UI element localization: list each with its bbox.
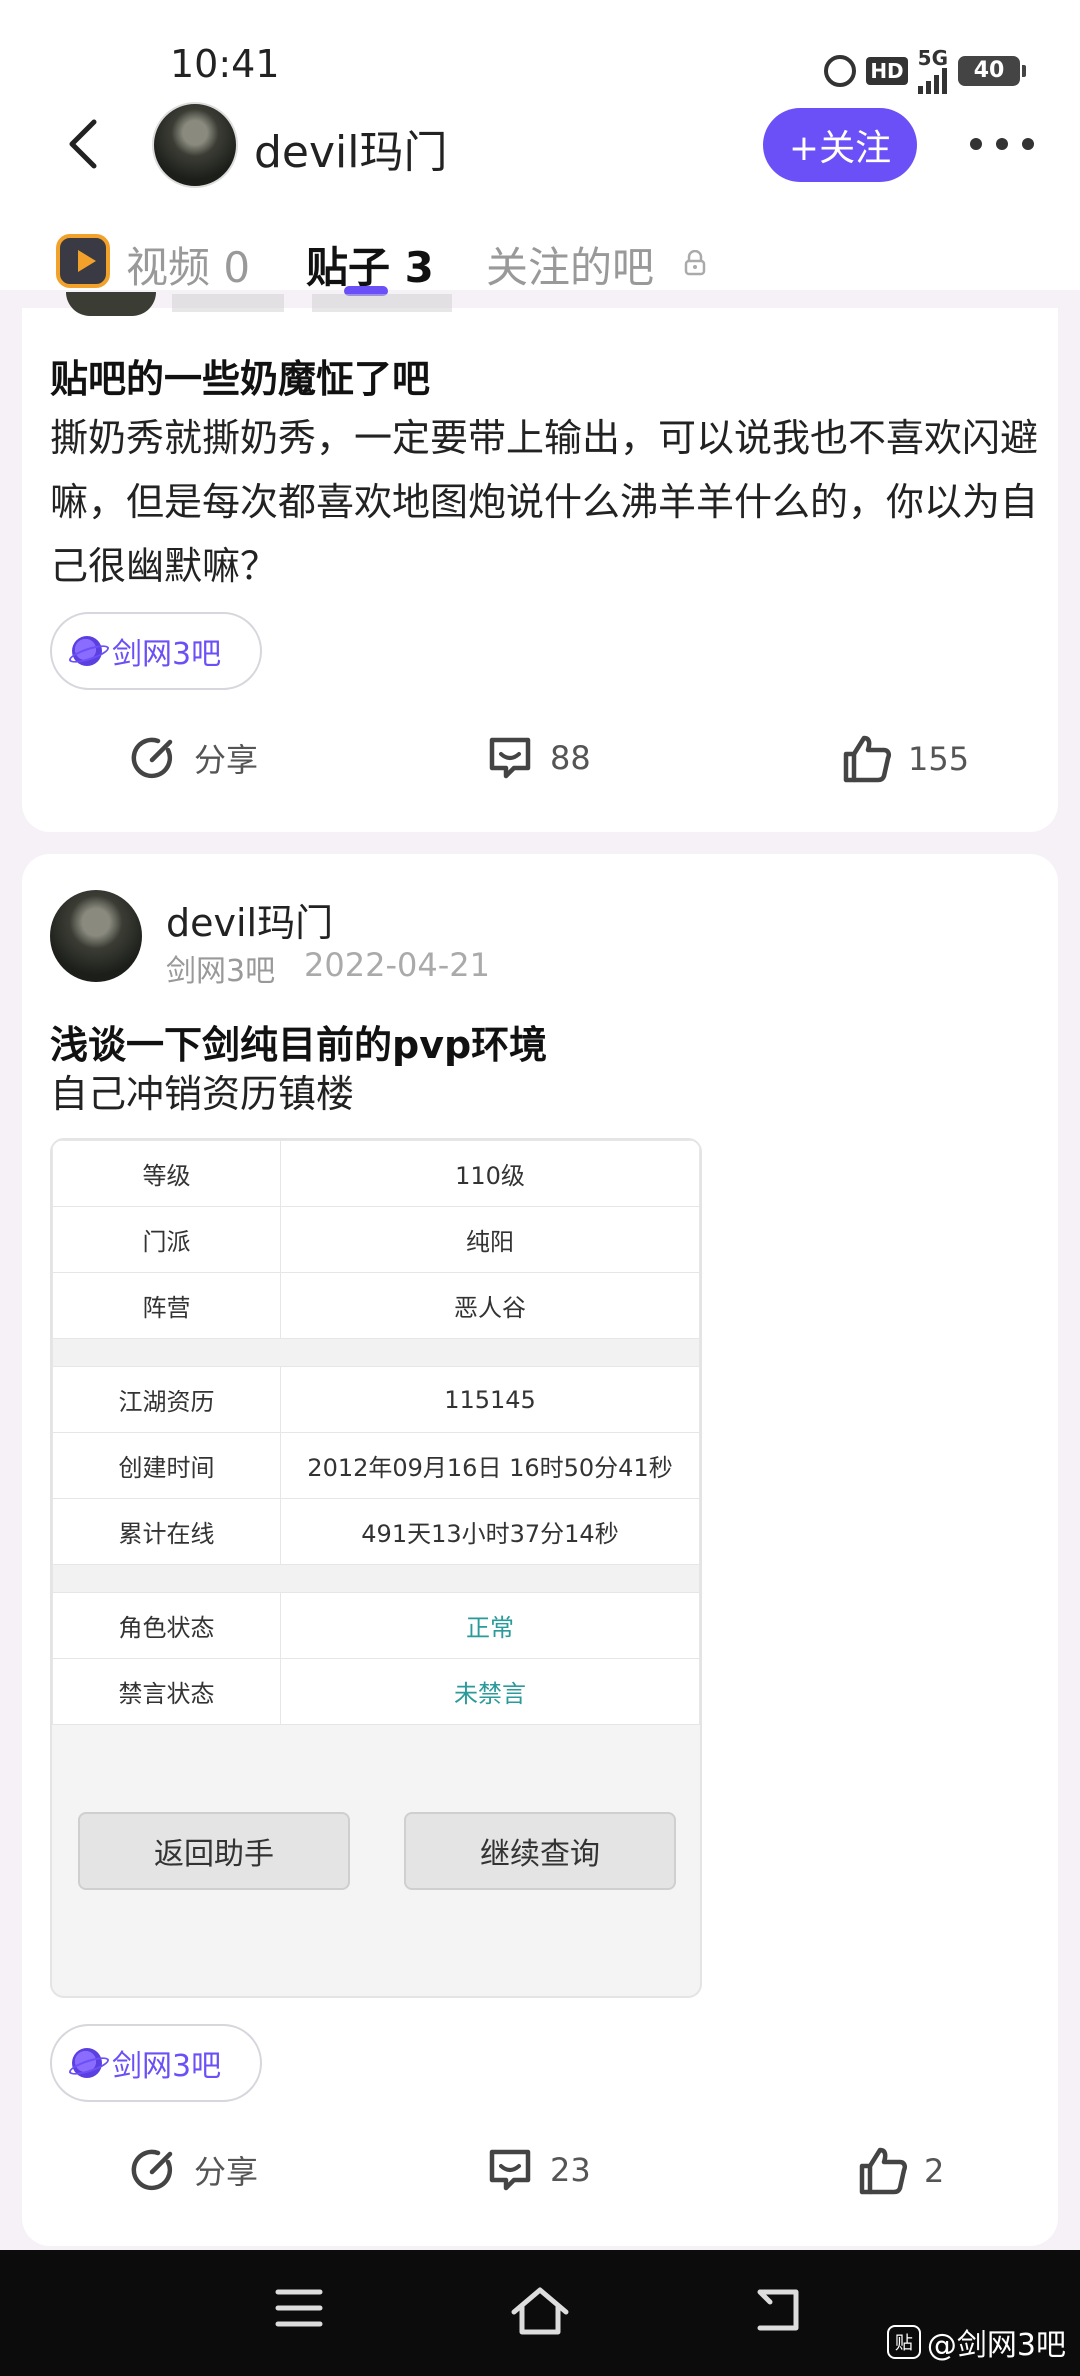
watermark-text: @剑网3吧 [926,2328,1066,2363]
watermark: 贴 @剑网3吧 [886,2320,1066,2364]
forum-tag[interactable]: 剑网3吧 [50,2024,262,2102]
comment-count: 23 [550,2151,591,2189]
share-label: 分享 [194,741,259,779]
username: devil玛门 [254,127,448,178]
avatar [66,292,156,316]
profile-header: devil玛门 +关注 视频 0 贴子 3 关注的吧 [0,100,1080,296]
post-card[interactable]: devil玛门 剑网3吧 2022-04-21 浅谈一下剑纯目前的pvp环境 自… [22,854,1058,2246]
table-row: 角色状态 正常 [52,1592,700,1659]
share-icon [131,737,173,779]
post-body[interactable]: 自己冲销资历镇楼 [50,1062,1040,1126]
share-label: 分享 [194,2153,259,2191]
like-count: 2 [924,2152,945,2190]
tab-followed-forums[interactable]: 关注的吧 [486,234,654,295]
planet-icon [72,636,102,666]
forum-tag-label: 剑网3吧 [112,637,222,672]
more-options-icon[interactable] [970,124,1034,164]
tab-videos[interactable]: 视频 0 [126,234,250,295]
table-row: 门派 纯阳 [52,1206,700,1273]
avatar[interactable] [152,102,238,188]
share-icon [131,2149,173,2191]
post-author[interactable]: devil玛门 [166,892,333,947]
post-date: 2022-04-21 [304,946,490,984]
post-card[interactable]: 贴吧的一些奶魔怔了吧 撕奶秀就撕奶秀，一定要带上输出，可以说我也不喜欢闪避嘛，但… [22,292,1058,832]
lock-icon [684,250,706,276]
comment-icon [489,737,531,779]
status-icons: HD 5G 40 [824,46,1026,94]
forum-tag[interactable]: 剑网3吧 [50,612,262,690]
return-helper-button-image: 返回助手 [78,1812,350,1890]
comment-button[interactable]: 23 [484,2144,591,2196]
status-bar: 10:41 HD 5G 40 [0,0,1080,100]
comment-button[interactable]: 88 [484,732,591,784]
thumbs-up-icon [843,735,892,783]
share-button[interactable]: 分享 [128,2144,258,2196]
continue-query-button-image: 继续查询 [404,1812,676,1890]
comment-count: 88 [550,739,591,777]
character-info-table: 等级 110级 门派 纯阳 阵营 恶人谷 江湖资历 115145 创建时间 2012年09… [52,1140,700,1725]
follow-button[interactable]: +关注 [763,108,917,182]
comment-icon [489,2149,531,2191]
alarm-icon [824,55,857,87]
profile-tabs: 视频 0 贴子 3 关注的吧 [0,230,1080,296]
table-row: 累计在线 491天13小时37分14秒 [52,1498,700,1565]
post-actions: 分享 23 2 [22,2144,1058,2204]
home-icon[interactable] [510,2286,570,2336]
tieba-logo-icon: 贴 [886,2325,921,2359]
back-arrow-icon[interactable] [56,114,116,174]
like-button[interactable]: 2 [856,2144,944,2198]
post-forum-meta: 剑网3吧 [166,954,276,989]
like-button[interactable]: 155 [840,732,969,786]
share-button[interactable]: 分享 [128,732,258,784]
post-title[interactable]: 贴吧的一些奶魔怔了吧 [50,348,430,403]
post-meta-cropped [172,294,452,312]
signal-icon: 5G [917,46,948,94]
battery-icon: 40 [958,56,1026,86]
status-time: 10:41 [170,42,280,86]
table-row: 江湖资历 115145 [52,1366,700,1433]
post-image[interactable]: 等级 110级 门派 纯阳 阵营 恶人谷 江湖资历 115145 创建时间 2012年09… [50,1138,702,1998]
network-type: 5G [917,46,948,70]
menu-icon[interactable] [274,2286,324,2330]
hd-icon: HD [866,57,908,85]
table-row: 禁言状态 未禁言 [52,1658,700,1725]
thumbs-up-icon [859,2147,908,2195]
like-count: 155 [908,740,970,778]
table-row: 等级 110级 [52,1140,700,1207]
table-row: 创建时间 2012年09月16日 16时50分41秒 [52,1432,700,1499]
back-icon[interactable] [752,2286,804,2334]
avatar[interactable] [50,890,142,982]
post-body[interactable]: 撕奶秀就撕奶秀，一定要带上输出，可以说我也不喜欢闪避嘛，但是每次都喜欢地图炮说什… [50,406,1040,598]
post-actions: 分享 88 155 [22,732,1058,792]
table-row: 阵营 恶人谷 [52,1272,700,1339]
planet-icon [72,2048,102,2078]
post-title[interactable]: 浅谈一下剑纯目前的pvp环境 [50,1014,547,1069]
forum-tag-label: 剑网3吧 [112,2049,222,2084]
video-app-icon [56,234,110,288]
system-nav-bar: 贴 @剑网3吧 [0,2250,1080,2376]
